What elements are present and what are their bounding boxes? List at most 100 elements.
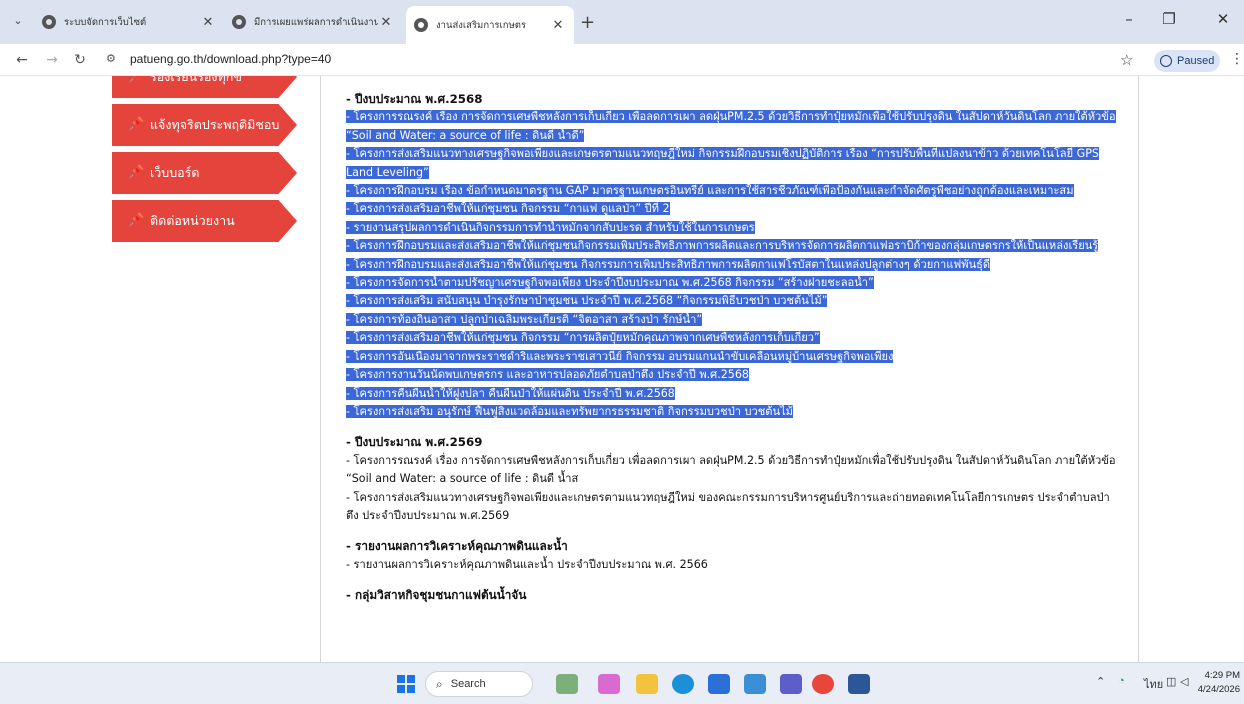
download-link-text[interactable]: - โครงการฝึกอบรม เรื่อง ข้อกำหนดมาตรฐาน … [346, 184, 1074, 198]
browser-tab-2[interactable]: มีการเผยแพร่ผลการดำเนินงาน ✕ [224, 8, 402, 36]
page-viewport: 📌 ร้องเรียนร้องทุกข์ 📌 แจ้งทุจริตประพฤติ… [0, 76, 1244, 662]
download-link[interactable]: - โครงการรณรงค์ เรื่อง การจัดการเศษพืชหล… [346, 108, 1116, 145]
download-link-text[interactable]: - โครงการจัดการน้ำตามปรัชญาเศรษฐกิจพอเพี… [346, 276, 874, 290]
site-info-icon[interactable]: ⚙ [106, 52, 116, 65]
windows-taskbar: ⌕ Search ⌃ ◔ ไทย ◫ ◁ 4:29 PM 4/24/2026 [0, 662, 1244, 704]
tab-title: มีการเผยแพร่ผลการดำเนินงาน [254, 16, 378, 28]
sidebar-item-report-corruption[interactable]: 📌 แจ้งทุจริตประพฤติมิชอบ [112, 104, 297, 146]
clock-time: 4:29 PM [1204, 670, 1240, 681]
globe-icon [232, 15, 246, 29]
download-link-text[interactable]: - โครงการส่งเสริม อนุรักษ์ ฟื้นฟูสิ่งแวด… [346, 404, 793, 418]
new-tab-button[interactable]: + [580, 12, 595, 33]
sidebar-item-label: ร้องเรียนร้องทุกข์ [150, 76, 242, 84]
input-language[interactable]: ไทย [1144, 675, 1163, 693]
section-heading-2569: - ปีงบประมาณ พ.ศ.2569 [346, 435, 483, 450]
download-link-text[interactable]: - โครงการส่งเสริมแนวทางเศรษฐกิจพอเพียงแล… [346, 147, 1099, 179]
download-link-text[interactable]: - รายงานสรุปผลการดำเนินกิจกรรมการทำน้ำหม… [346, 220, 755, 234]
close-icon[interactable]: ✕ [378, 15, 394, 30]
browser-tab-strip: ⌄ ระบบจัดการเว็บไซต์ ✕ มีการเผยแพร่ผลการ… [0, 0, 1244, 44]
search-icon: ⌕ [436, 676, 443, 691]
sidebar-item-complaints[interactable]: 📌 ร้องเรียนร้องทุกข์ [112, 76, 297, 98]
browser-tab-1[interactable]: ระบบจัดการเว็บไซต์ ✕ [34, 8, 224, 36]
wifi-icon[interactable]: ◫ [1166, 675, 1176, 688]
download-link-text[interactable]: - โครงการฝึกอบรมและส่งเสริมอาชีพให้แก่ชุ… [346, 257, 991, 271]
download-link-text[interactable]: - โครงการส่งเสริมอาชีพให้แก่ชุมชน กิจกรร… [346, 331, 820, 345]
chevron-up-icon[interactable]: ⌃ [1096, 675, 1105, 688]
download-link[interactable]: - รายงานสรุปผลการดำเนินกิจกรรมการทำน้ำหม… [346, 219, 1116, 237]
browser-toolbar: ← → ↻ ⚙ patueng.go.th/download.php?type=… [0, 44, 1244, 76]
entries-2569: - โครงการรณรงค์ เรื่อง การจัดการเศษพืชหล… [346, 452, 1116, 526]
download-link[interactable]: - โครงการจัดการน้ำตามปรัชญาเศรษฐกิจพอเพี… [346, 274, 1116, 292]
globe-icon [42, 15, 56, 29]
download-link[interactable]: - โครงการคืนผืนน้ำให้ฝูงปลา คืนผืนป่าให้… [346, 385, 1116, 403]
forward-button[interactable]: → [42, 50, 62, 70]
restore-button[interactable]: ❐ [1154, 10, 1184, 28]
widgets-icon[interactable] [556, 674, 578, 694]
network-app-icon[interactable]: ◔ [1118, 675, 1125, 687]
close-icon[interactable]: ✕ [200, 15, 216, 30]
outlook-icon[interactable] [744, 674, 766, 694]
url-text[interactable]: patueng.go.th/download.php?type=40 [130, 52, 331, 66]
tab-title: งานส่งเสริมการเกษตร [436, 19, 527, 31]
windows-start-icon[interactable] [397, 675, 415, 693]
taskbar-search[interactable]: ⌕ Search [425, 671, 533, 697]
download-link-text[interactable]: - รายงานผลการวิเคราะห์คุณภาพดินและน้ำ ปร… [346, 558, 708, 571]
browser-tab-3[interactable]: งานส่งเสริมการเกษตร ✕ [406, 6, 574, 44]
store-icon[interactable] [708, 674, 730, 694]
clock-date: 4/24/2026 [1197, 684, 1240, 695]
bookmark-star-icon[interactable]: ☆ [1120, 51, 1133, 69]
more-menu-icon[interactable]: ⋮ [1230, 51, 1244, 67]
download-link[interactable]: - โครงการส่งเสริมอาชีพให้แก่ชุมชน กิจกรร… [346, 329, 1116, 347]
sidebar-item-webboard[interactable]: 📌 เว็บบอร์ด [112, 152, 297, 194]
file-explorer-icon[interactable] [636, 674, 658, 694]
reload-button[interactable]: ↻ [70, 50, 90, 70]
download-link[interactable]: - โครงการส่งเสริมแนวทางเศรษฐกิจพอเพียงแล… [346, 145, 1116, 182]
section-heading-soil: - รายงานผลการวิเคราะห์คุณภาพดินและน้ำ [346, 539, 568, 554]
download-link[interactable]: - โครงการส่งเสริม อนุรักษ์ ฟื้นฟูสิ่งแวด… [346, 403, 1116, 421]
sidebar-item-label: เว็บบอร์ด [150, 165, 200, 180]
column-divider [1138, 76, 1139, 662]
download-link-text[interactable]: - โครงการส่งเสริม สนับสนุน บำรุงรักษาป่า… [346, 294, 828, 308]
download-link[interactable]: - โครงการท้องถิ่นอาสา ปลูกป่าเฉลิมพระเกี… [346, 311, 1116, 329]
clock[interactable]: 4:29 PM 4/24/2026 [1186, 669, 1240, 697]
profile-button[interactable]: Paused [1154, 50, 1220, 72]
download-link-text[interactable]: - โครงการส่งเสริมแนวทางเศรษฐกิจพอเพียงแล… [346, 491, 1110, 522]
word-icon[interactable] [848, 674, 870, 694]
window-close-button[interactable]: ✕ [1208, 10, 1238, 28]
download-link[interactable]: - โครงการรณรงค์ เรื่อง การจัดการเศษพืชหล… [346, 452, 1116, 489]
download-link[interactable]: - รายงานผลการวิเคราะห์คุณภาพดินและน้ำ ปร… [346, 556, 1116, 574]
edge-icon[interactable] [672, 674, 694, 694]
profile-label: Paused [1177, 55, 1215, 67]
tab-search-icon[interactable]: ⌄ [8, 10, 28, 30]
address-bar[interactable]: ⚙ patueng.go.th/download.php?type=40 [100, 48, 1140, 72]
download-link[interactable]: - โครงการส่งเสริมแนวทางเศรษฐกิจพอเพียงแล… [346, 489, 1116, 526]
entries-2568: - โครงการรณรงค์ เรื่อง การจัดการเศษพืชหล… [346, 108, 1116, 421]
copilot-icon[interactable] [598, 674, 620, 694]
teams-icon[interactable] [780, 674, 802, 694]
back-button[interactable]: ← [12, 50, 32, 70]
download-link[interactable]: - โครงการส่งเสริมอาชีพให้แก่ชุมชน กิจกรร… [346, 200, 1116, 218]
download-link-text[interactable]: - โครงการรณรงค์ เรื่อง การจัดการเศษพืชหล… [346, 454, 1116, 485]
search-placeholder: Search [450, 678, 486, 690]
download-link-text[interactable]: - โครงการส่งเสริมอาชีพให้แก่ชุมชน กิจกรร… [346, 202, 670, 216]
chrome-icon[interactable] [812, 674, 834, 694]
download-link[interactable]: - โครงการส่งเสริม สนับสนุน บำรุงรักษาป่า… [346, 292, 1116, 310]
download-link[interactable]: - โครงการอันเนื่องมาจากพระราชดำริและพระร… [346, 348, 1116, 366]
download-link[interactable]: - โครงการฝึกอบรมและส่งเสริมอาชีพให้แก่ชุ… [346, 256, 1116, 274]
download-link[interactable]: - โครงการฝึกอบรมและส่งเสริมอาชีพให้แก่ชุ… [346, 237, 1116, 255]
download-link[interactable]: - โครงการฝึกอบรม เรื่อง ข้อกำหนดมาตรฐาน … [346, 182, 1116, 200]
profile-icon [1160, 55, 1172, 67]
download-link-text[interactable]: - โครงการงานวันนัดพบเกษตรกร และอาหารปลอด… [346, 368, 749, 382]
close-icon[interactable]: ✕ [550, 18, 566, 33]
download-link-text[interactable]: - โครงการอันเนื่องมาจากพระราชดำริและพระร… [346, 349, 894, 363]
download-list: - ปีงบประมาณ พ.ศ.2568 - โครงการรณรงค์ เร… [346, 90, 1116, 605]
sidebar-item-label: ติดต่อหน่วยงาน [150, 213, 235, 228]
pin-icon: 📌 [128, 165, 145, 180]
sidebar-item-contact[interactable]: 📌 ติดต่อหน่วยงาน [112, 200, 297, 242]
download-link-text[interactable]: - โครงการท้องถิ่นอาสา ปลูกป่าเฉลิมพระเกี… [346, 312, 703, 326]
download-link-text[interactable]: - โครงการคืนผืนน้ำให้ฝูงปลา คืนผืนป่าให้… [346, 386, 675, 400]
download-link-text[interactable]: - โครงการรณรงค์ เรื่อง การจัดการเศษพืชหล… [346, 110, 1116, 142]
download-link[interactable]: - โครงการงานวันนัดพบเกษตรกร และอาหารปลอด… [346, 366, 1116, 384]
download-link-text[interactable]: - โครงการฝึกอบรมและส่งเสริมอาชีพให้แก่ชุ… [346, 239, 1099, 253]
minimize-button[interactable]: – [1114, 10, 1144, 28]
